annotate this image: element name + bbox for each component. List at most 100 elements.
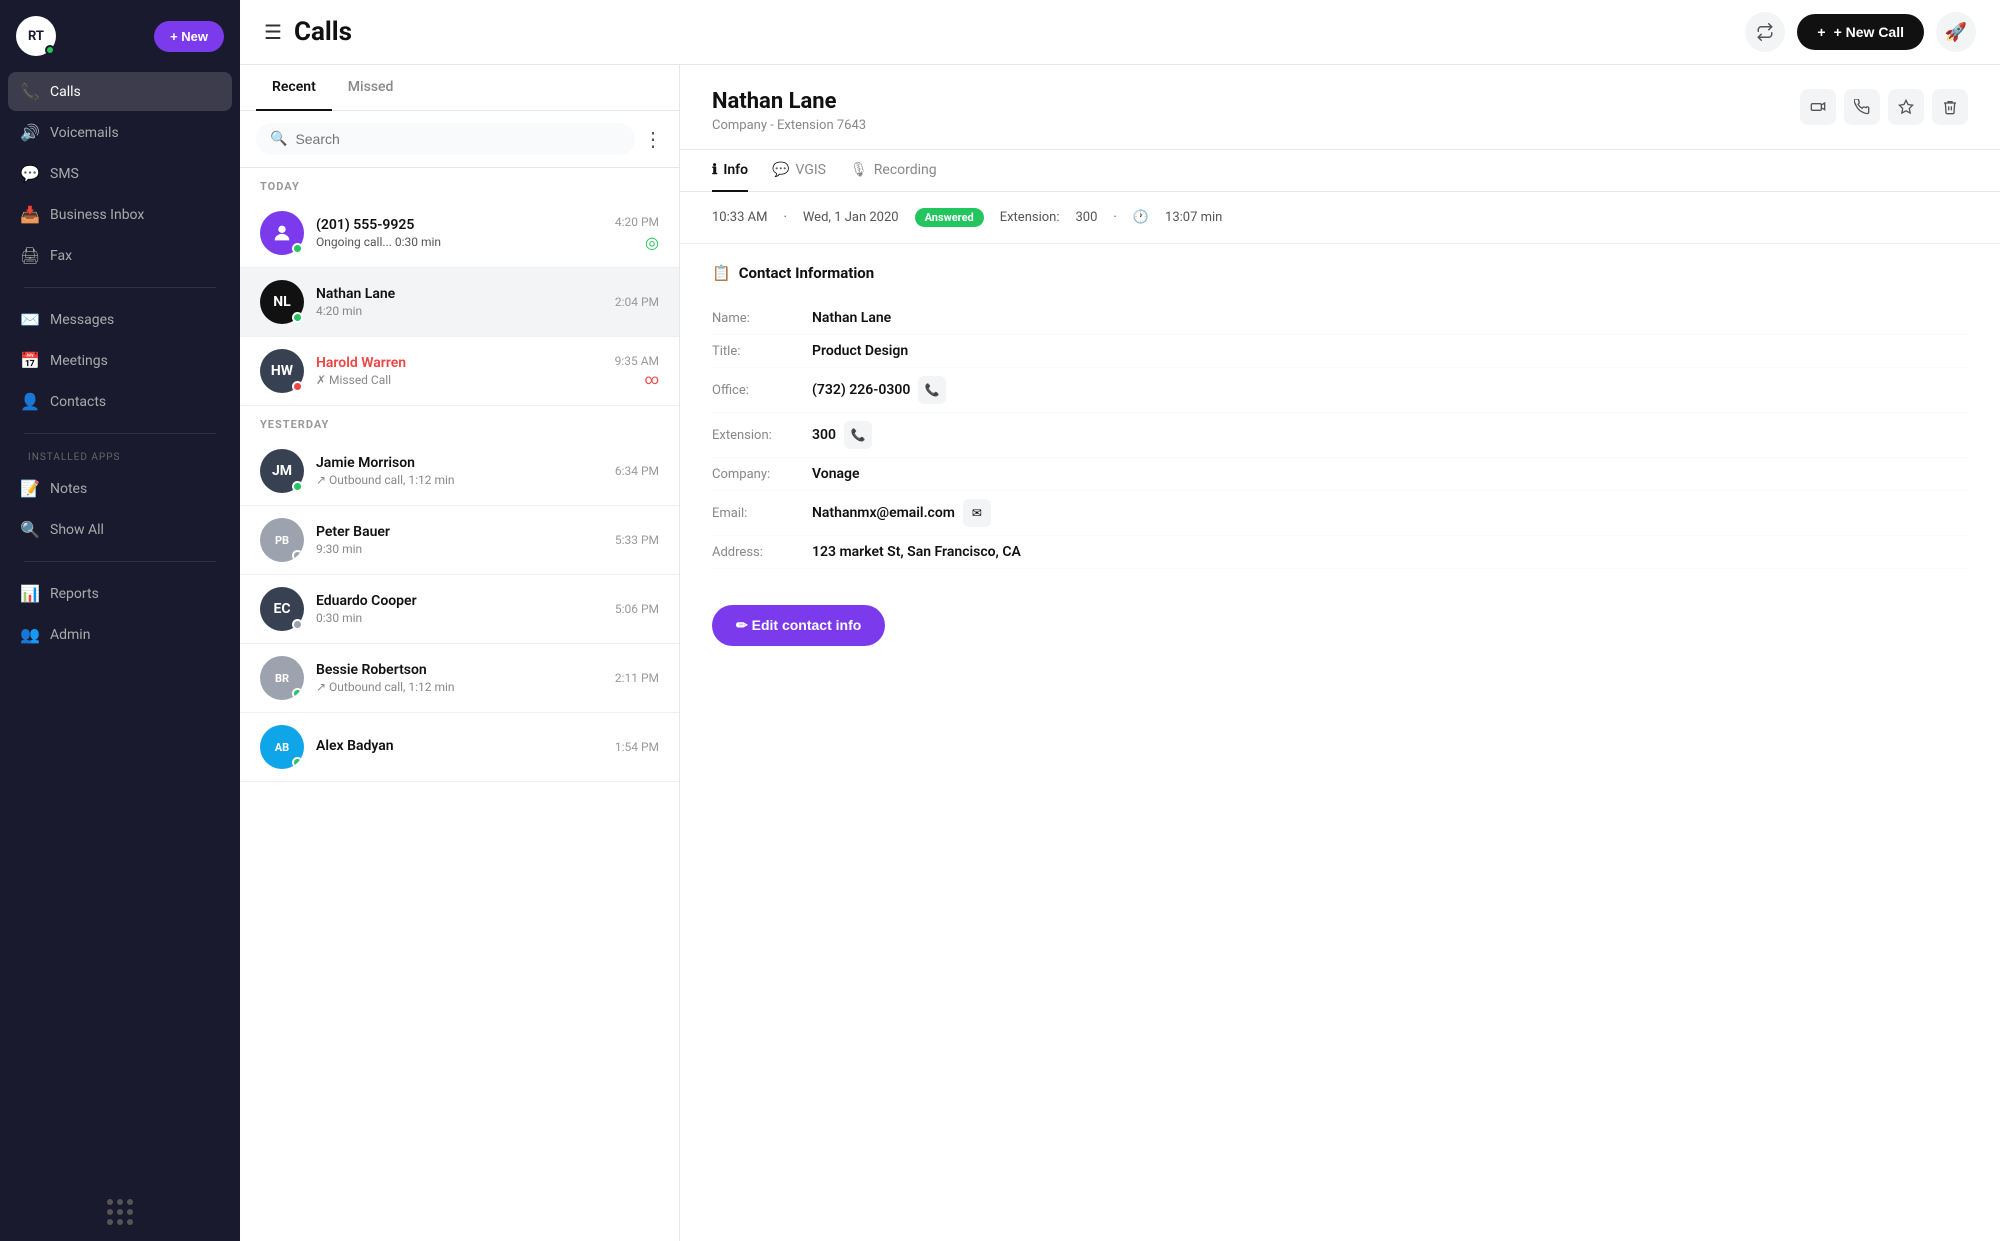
call-time: 6:34 PM	[615, 464, 659, 478]
new-call-button[interactable]: + + New Call	[1797, 14, 1924, 50]
delete-button[interactable]	[1932, 89, 1968, 125]
call-sub: ✗ Missed Call	[316, 373, 603, 387]
call-time: 9:35 AM	[615, 354, 659, 368]
call-item[interactable]: EC Eduardo Cooper 0:30 min 5:06 PM	[240, 575, 679, 644]
avatar-photo: PB	[260, 518, 304, 562]
call-item[interactable]: NL Nathan Lane 4:20 min 2:04 PM	[240, 268, 679, 337]
contact-field-value: Product Design	[812, 343, 908, 359]
installed-apps-label: INSTALLED APPS	[8, 446, 232, 469]
tab-recent[interactable]: Recent	[256, 65, 332, 111]
transfer-icon	[1756, 23, 1774, 41]
call-list: TODAY (201) 555-9925 Ongoing call... 0:3…	[240, 168, 679, 1241]
sidebar-item-sms[interactable]: 💬SMS	[8, 154, 232, 193]
voicemail-icon: ∞	[645, 372, 659, 388]
business-inbox-icon: 📥	[20, 205, 40, 224]
avatar-initials: JM	[272, 463, 292, 479]
detail-subtitle: Company - Extension 7643	[712, 118, 866, 133]
call-sub: ↗ Outbound call, 1:12 min	[316, 473, 603, 487]
more-options-button[interactable]: ⋮	[643, 127, 663, 152]
sidebar-item-calls[interactable]: 📞Calls	[8, 72, 232, 111]
avatar-initials: EC	[273, 601, 290, 617]
call-info: Peter Bauer 9:30 min	[316, 524, 603, 556]
transfer-icon-button[interactable]	[1745, 12, 1785, 52]
call-item[interactable]: AB Alex Badyan 1:54 PM	[240, 713, 679, 782]
call-item[interactable]: JM Jamie Morrison ↗ Outbound call, 1:12 …	[240, 437, 679, 506]
tab-missed[interactable]: Missed	[332, 65, 410, 111]
sidebar-app-notes[interactable]: 📝Notes	[8, 469, 232, 508]
contact-field-value: 123 market St, San Francisco, CA	[812, 544, 1021, 560]
sidebar-app-show-all[interactable]: 🔍Show All	[8, 510, 232, 549]
online-indicator	[45, 45, 55, 55]
phone-button[interactable]	[1844, 89, 1880, 125]
call-item[interactable]: (201) 555-9925 Ongoing call... 0:30 min …	[240, 199, 679, 268]
detail-tab-info[interactable]: ℹ Info	[712, 150, 748, 192]
contact-field-label: Email:	[712, 506, 812, 521]
detail-header: Nathan Lane Company - Extension 7643	[680, 65, 2000, 150]
notes-icon: 📝	[20, 479, 40, 498]
new-button[interactable]: + New	[154, 21, 224, 52]
sidebar-item-business-inbox[interactable]: 📥Business Inbox	[8, 195, 232, 234]
messages-icon: ✉️	[20, 310, 40, 329]
video-icon	[1810, 99, 1826, 115]
call-list-panel: Recent Missed 🔍 ⋮ TODAY (201) 555-9925 O…	[240, 65, 680, 1241]
page-title: Calls	[294, 17, 352, 47]
detail-panel: Nathan Lane Company - Extension 7643	[680, 65, 2000, 1241]
info-icon: ℹ	[712, 162, 717, 178]
grid-dots[interactable]	[107, 1199, 133, 1225]
status-dot	[292, 688, 303, 699]
video-call-button[interactable]	[1800, 89, 1836, 125]
avatar[interactable]: RT	[16, 16, 56, 56]
nav-divider	[24, 287, 216, 288]
search-input[interactable]	[295, 131, 621, 147]
admin-icon: 👥	[20, 625, 40, 644]
call-item[interactable]: BR Bessie Robertson ↗ Outbound call, 1:1…	[240, 644, 679, 713]
call-name: (201) 555-9925	[316, 217, 603, 233]
contact-row: Name: Nathan Lane	[712, 302, 1968, 335]
call-info: Harold Warren ✗ Missed Call	[316, 355, 603, 387]
search-bar: 🔍 ⋮	[240, 111, 679, 168]
call-sub: Ongoing call... 0:30 min	[316, 235, 603, 249]
call-info: Alex Badyan	[316, 738, 603, 756]
sidebar-item-reports[interactable]: 📊Reports	[8, 574, 232, 613]
call-right: 5:06 PM	[615, 602, 659, 616]
contact-field-label: Extension:	[712, 428, 812, 443]
sidebar-item-fax[interactable]: 🖨Fax	[8, 236, 232, 275]
recording-icon: 🎙	[850, 162, 868, 178]
contact-field-label: Name:	[712, 311, 812, 326]
contact-row: Company: Vonage	[712, 458, 1968, 491]
call-right: 4:20 PM ◎	[615, 215, 659, 252]
contact-row: Extension: 300 📞	[712, 413, 1968, 458]
meta-dot-1: ·	[783, 210, 786, 225]
call-time: 5:06 PM	[615, 602, 659, 616]
detail-tab-recording[interactable]: 🎙 Recording	[850, 150, 937, 192]
avatar-circle: JM	[260, 449, 304, 493]
sidebar-item-admin[interactable]: 👥Admin	[8, 615, 232, 654]
call-info: Bessie Robertson ↗ Outbound call, 1:12 m…	[316, 662, 603, 694]
sidebar-item-meetings[interactable]: 📅Meetings	[8, 341, 232, 380]
call-name: Nathan Lane	[316, 286, 603, 302]
avatar-photo: AB	[260, 725, 304, 769]
call-meta: 10:33 AM · Wed, 1 Jan 2020 Answered Exte…	[680, 192, 2000, 244]
contact-field-label: Company:	[712, 467, 812, 482]
status-dot	[292, 550, 303, 561]
call-item[interactable]: HW Harold Warren ✗ Missed Call 9:35 AM ∞	[240, 337, 679, 406]
sidebar-item-contacts[interactable]: 👤Contacts	[8, 382, 232, 421]
contact-field-value: 300 📞	[812, 421, 872, 449]
rocket-button[interactable]: 🚀	[1936, 12, 1976, 52]
sidebar-item-voicemails[interactable]: 🔊Voicemails	[8, 113, 232, 152]
edit-contact-button[interactable]: ✏ Edit contact info	[712, 605, 885, 646]
field-action-button[interactable]: 📞	[844, 421, 872, 449]
field-action-button[interactable]: ✉	[963, 499, 991, 527]
star-icon	[1898, 99, 1914, 115]
avatar-photo: BR	[260, 656, 304, 700]
call-item[interactable]: PB Peter Bauer 9:30 min 5:33 PM	[240, 506, 679, 575]
menu-button[interactable]: ☰	[264, 20, 282, 45]
sidebar-nav: 📞Calls🔊Voicemails💬SMS📥Business Inbox🖨Fax…	[0, 72, 240, 446]
star-button[interactable]	[1888, 89, 1924, 125]
call-name: Alex Badyan	[316, 738, 603, 754]
call-right: 9:35 AM ∞	[615, 354, 659, 388]
field-action-button[interactable]: 📞	[918, 376, 946, 404]
detail-tab-vgis[interactable]: 💬 VGIS	[772, 150, 826, 192]
sidebar-item-messages[interactable]: ✉️Messages	[8, 300, 232, 339]
avatar-label: RT	[28, 29, 44, 44]
